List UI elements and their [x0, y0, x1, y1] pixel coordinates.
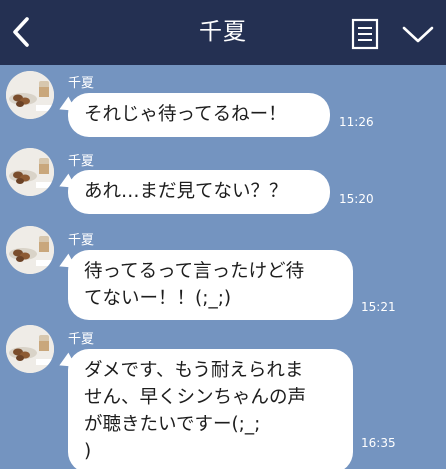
chat-area[interactable]: 千夏 それじゃ待ってるねー！ 11:26 千夏 あれ…まだ見てない？？ 15:2… — [0, 65, 446, 469]
avatar[interactable] — [6, 71, 54, 119]
avatar[interactable] — [6, 226, 54, 274]
sender-name: 千夏 — [68, 233, 95, 248]
chat-title: 千夏 — [199, 19, 247, 45]
avatar[interactable] — [6, 148, 54, 196]
message-bubble[interactable]: あれ…まだ見てない？？ — [68, 170, 330, 214]
sender-name: 千夏 — [68, 332, 95, 347]
message-time: 15:20 — [339, 192, 374, 206]
sender-photo — [6, 71, 54, 119]
back-button[interactable] — [8, 14, 36, 50]
menu-toggle-button[interactable] — [401, 23, 435, 45]
sender-photo — [6, 226, 54, 274]
chevron-down-icon — [402, 26, 434, 43]
avatar[interactable] — [6, 325, 54, 373]
note-button[interactable] — [351, 18, 379, 50]
sender-name: 千夏 — [68, 76, 95, 91]
sender-photo — [6, 148, 54, 196]
message-bubble[interactable]: それじゃ待ってるねー！ — [68, 93, 330, 137]
sender-name: 千夏 — [68, 154, 95, 169]
message-time: 11:26 — [339, 115, 374, 129]
message-bubble[interactable]: 待ってるって言ったけど待 てないー！！(;_;) — [68, 250, 353, 320]
chevron-left-icon — [13, 17, 29, 47]
message-bubble[interactable]: ダメです、もう耐えられま せん、早くシンちゃんの声 が聴きたいですー(;_; ) — [68, 349, 353, 469]
message-time: 16:35 — [361, 436, 396, 450]
sender-photo — [6, 325, 54, 373]
note-icon — [351, 18, 379, 50]
chat-header: 千夏 — [0, 0, 446, 65]
message-time: 15:21 — [361, 300, 396, 314]
